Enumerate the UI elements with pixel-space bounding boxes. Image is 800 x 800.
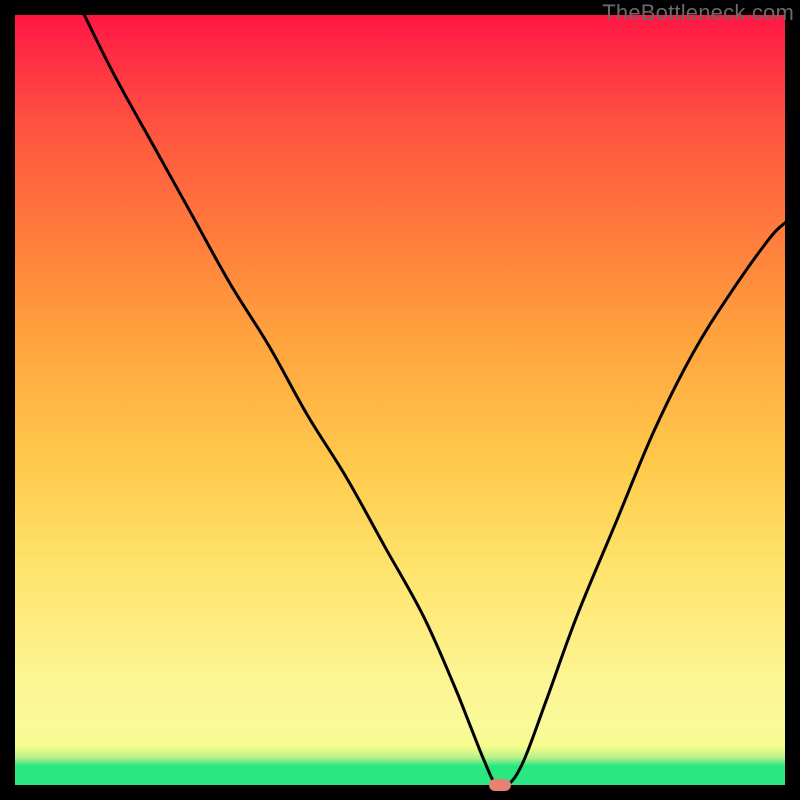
optimal-marker: [489, 779, 511, 791]
chart-frame: TheBottleneck.com: [0, 0, 800, 800]
curve-path: [84, 15, 785, 785]
plot-area: [15, 15, 785, 785]
watermark-text: TheBottleneck.com: [602, 0, 794, 26]
bottleneck-curve: [15, 15, 785, 785]
